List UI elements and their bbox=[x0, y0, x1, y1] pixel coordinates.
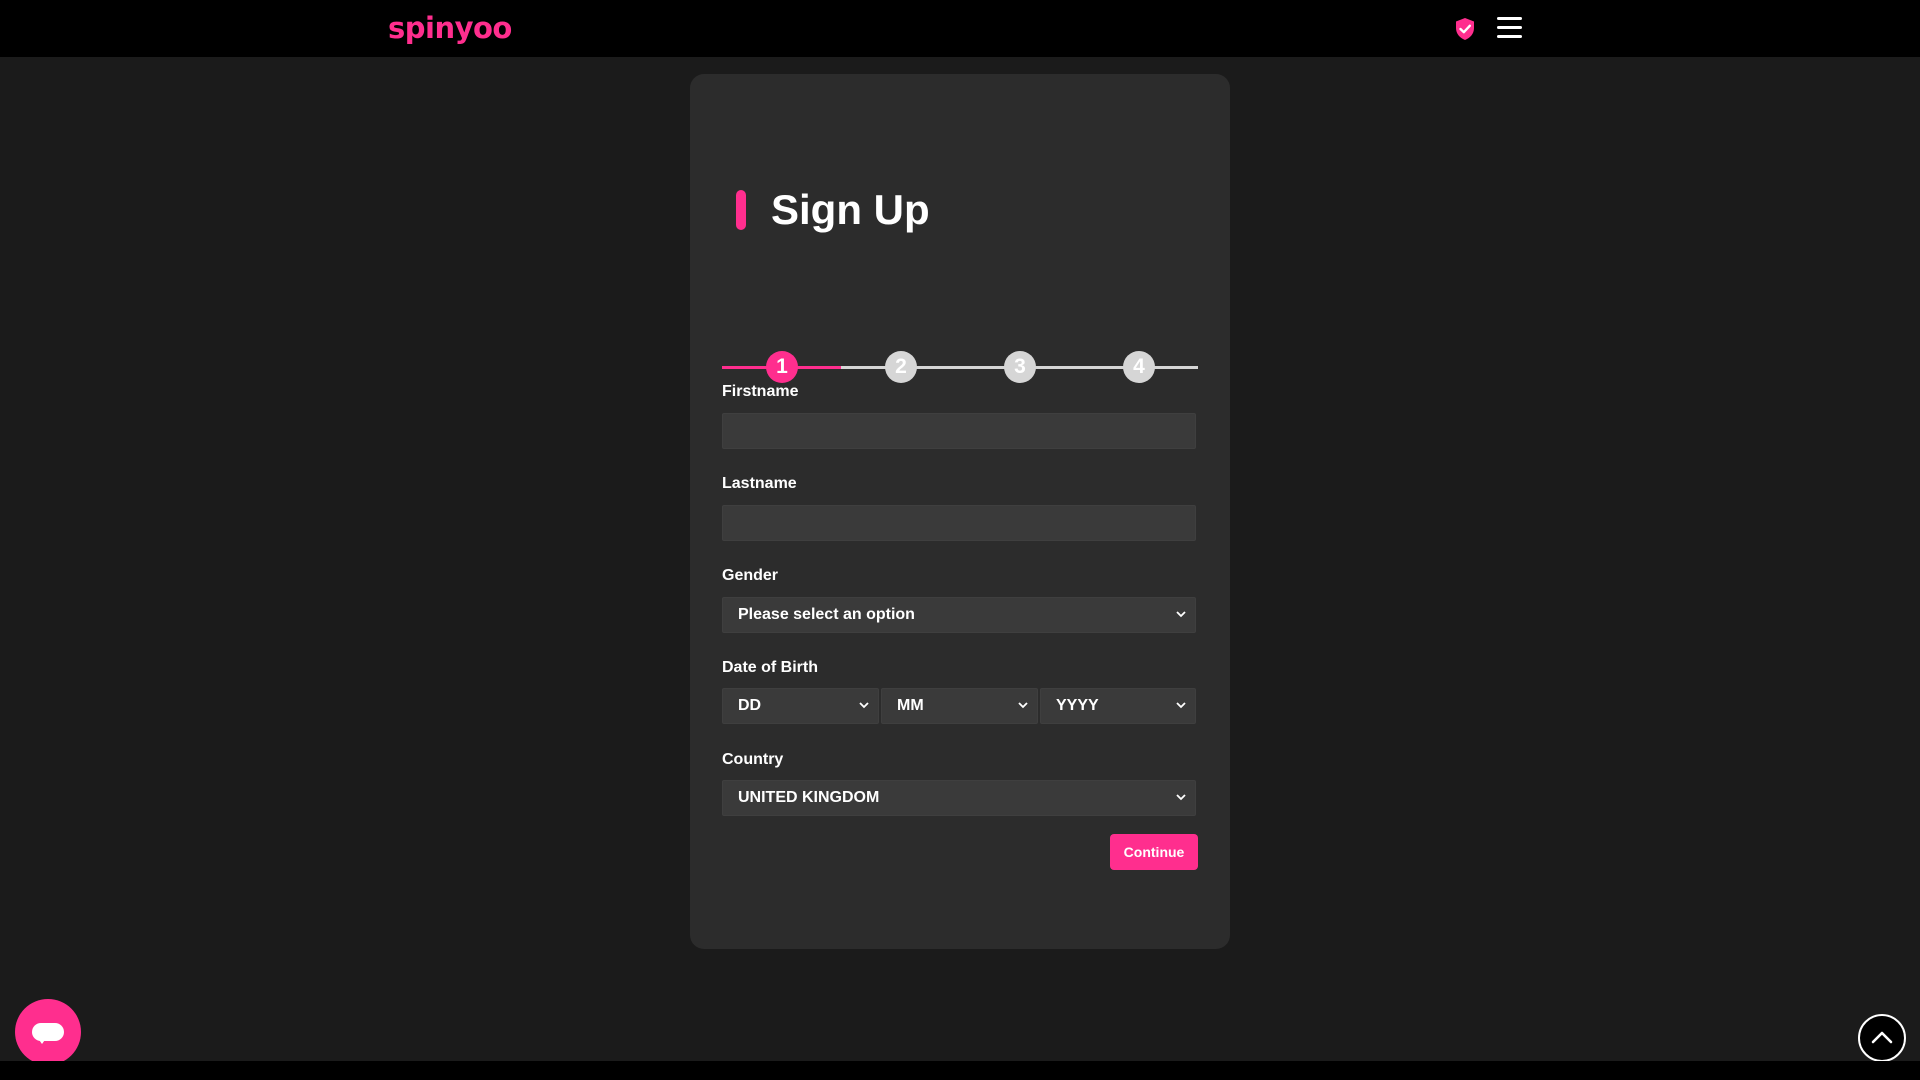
chat-bubble-icon[interactable] bbox=[15, 999, 81, 1065]
spinyoo-logo[interactable]: spinyoo bbox=[388, 10, 512, 46]
chevron-down-icon bbox=[859, 702, 869, 709]
dob-day-select[interactable]: DD bbox=[722, 688, 879, 724]
chevron-up-icon bbox=[1871, 1031, 1893, 1044]
page-title: Sign Up bbox=[771, 186, 930, 233]
scroll-to-top-button[interactable] bbox=[1858, 1014, 1906, 1062]
country-select-value: UNITED KINGDOM bbox=[738, 789, 880, 806]
step-1-indicator: 1 bbox=[766, 351, 798, 383]
dob-day-value: DD bbox=[738, 697, 762, 714]
signup-card: Sign Up 1 2 3 4 Firstname Lastname Gende… bbox=[690, 74, 1230, 949]
gender-label: Gender bbox=[722, 567, 779, 584]
dob-year-value: YYYY bbox=[1056, 697, 1099, 714]
date-of-birth-label: Date of Birth bbox=[722, 659, 818, 676]
step-4-indicator: 4 bbox=[1123, 351, 1155, 383]
gender-select[interactable]: Please select an option bbox=[722, 597, 1196, 633]
chevron-down-icon bbox=[1018, 702, 1028, 709]
dob-year-select[interactable]: YYYY bbox=[1040, 688, 1196, 724]
chevron-down-icon bbox=[1176, 702, 1186, 709]
step-progress: 1 2 3 4 bbox=[722, 349, 1198, 385]
top-navigation-bar: spinyoo bbox=[0, 0, 1920, 57]
dob-month-select[interactable]: MM bbox=[881, 688, 1038, 724]
chat-bubble-tail bbox=[37, 1037, 47, 1044]
step-3-indicator: 3 bbox=[1004, 351, 1036, 383]
continue-button[interactable]: Continue bbox=[1110, 834, 1198, 870]
chevron-down-icon bbox=[1176, 794, 1186, 801]
title-accent-bar bbox=[736, 190, 746, 230]
country-select[interactable]: UNITED KINGDOM bbox=[722, 780, 1196, 816]
country-label: Country bbox=[722, 751, 784, 768]
hamburger-menu-icon[interactable] bbox=[1497, 17, 1522, 39]
lastname-input[interactable] bbox=[722, 505, 1196, 541]
dob-month-value: MM bbox=[897, 697, 924, 714]
bottom-strip bbox=[0, 1061, 1920, 1080]
firstname-input[interactable] bbox=[722, 413, 1196, 449]
shield-check-icon[interactable] bbox=[1454, 17, 1476, 41]
step-2-indicator: 2 bbox=[885, 351, 917, 383]
gender-select-value: Please select an option bbox=[738, 606, 915, 623]
chevron-down-icon bbox=[1176, 611, 1186, 618]
firstname-label: Firstname bbox=[722, 383, 799, 400]
lastname-label: Lastname bbox=[722, 475, 797, 492]
